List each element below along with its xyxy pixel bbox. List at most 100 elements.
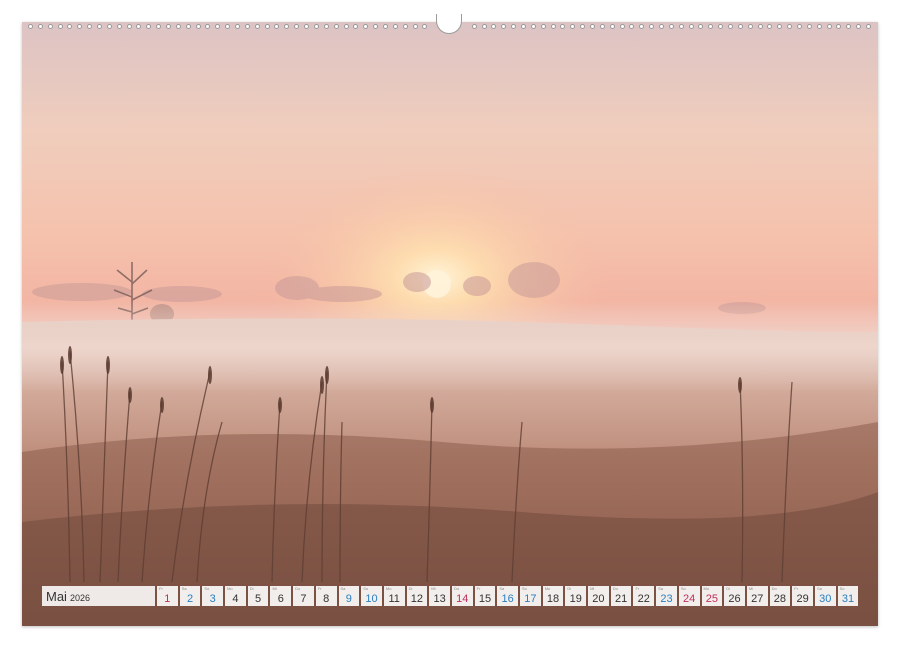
binding-ring (491, 23, 497, 29)
binding-ring (560, 23, 566, 29)
weekday-label: Fr (476, 586, 481, 591)
day-cell: Di 19 (565, 586, 587, 606)
binding-ring (639, 23, 645, 29)
day-number: 31 (841, 593, 855, 605)
binding-ring (264, 23, 270, 29)
binding-ring (402, 23, 408, 29)
day-cell: Sa 9 (338, 586, 360, 606)
weekday-label: Fr (635, 586, 640, 591)
month-label: Mai 2026 (42, 586, 155, 606)
landscape-photo (22, 22, 878, 626)
day-cell: So 31 (837, 586, 859, 606)
binding-ring (836, 23, 842, 29)
binding-ring (757, 23, 763, 29)
binding-ring (816, 23, 822, 29)
binding-ring (659, 23, 664, 29)
day-number: 22 (637, 593, 650, 605)
weekday-label: Do (453, 586, 460, 591)
day-number: 24 (683, 593, 696, 605)
month-year: 2026 (69, 593, 90, 603)
binding-ring (520, 23, 526, 29)
weekday-label: Di (249, 586, 254, 591)
day-number: 6 (277, 593, 284, 605)
weekday-label: So (522, 586, 527, 591)
binding-ring (185, 23, 191, 29)
binding-ring (235, 23, 241, 29)
day-number: 14 (456, 593, 469, 605)
binding-ring (215, 23, 221, 29)
binding-ring (116, 23, 122, 29)
binding-ring (501, 23, 507, 29)
day-cell: Sa 16 (497, 586, 518, 606)
binding-ring (767, 23, 773, 29)
binding-ring (649, 23, 655, 29)
day-cell: Do 7 (293, 586, 314, 606)
binding-ring (97, 23, 103, 29)
weekday-label: So (680, 586, 686, 591)
binding-ring (156, 23, 162, 29)
binding-ring (629, 23, 635, 29)
weekday-label: Mi (748, 586, 754, 591)
binding-ring (806, 23, 812, 29)
day-number: 27 (751, 593, 764, 605)
weekday-label: Fr (317, 586, 322, 591)
weekday-label: Mi (272, 586, 277, 591)
day-cell: Fr 8 (315, 586, 337, 606)
day-cell: Di 26 (724, 586, 745, 606)
day-cells: Fr 1 Sa 2 So 3 Mo 4 Di 5 Mi 6 Do 7 Fr 8 Sa 9 So 10 Mo 11 Di 12 M… (157, 586, 859, 606)
day-number: 12 (410, 593, 424, 605)
day-number: 8 (323, 593, 330, 605)
day-cell: Mi 6 (270, 586, 292, 606)
binding-ring (195, 23, 201, 29)
binding-ring (412, 23, 418, 29)
binding-ring (777, 23, 783, 29)
binding-ring (175, 23, 181, 29)
binding-ring (540, 23, 546, 29)
binding-ring (313, 23, 319, 29)
binding-ring (136, 23, 142, 29)
binding-ring (274, 23, 280, 29)
day-cell: Mi 20 (588, 586, 609, 606)
weekday-label: Sa (816, 586, 822, 591)
day-cell: So 10 (361, 586, 382, 606)
weekday-label: Sa (181, 586, 187, 591)
binding-ring (166, 23, 172, 29)
day-cell: Fr 22 (633, 586, 655, 606)
binding-ring (708, 23, 714, 29)
day-cell: Do 21 (610, 586, 632, 606)
binding-ring (718, 23, 724, 29)
day-cell: Fr 1 (157, 586, 178, 606)
binding-ring (373, 23, 379, 29)
weekday-label: So (204, 586, 210, 591)
weekday-label: Fr (159, 586, 163, 591)
binding-ring (797, 23, 803, 29)
month-name: Mai (46, 589, 67, 604)
day-cell: Mo 18 (542, 586, 564, 606)
day-number: 16 (501, 593, 514, 605)
day-number: 28 (773, 593, 787, 605)
binding-ring (106, 23, 112, 29)
day-number: 4 (232, 593, 239, 605)
binding-ring (205, 23, 211, 29)
binding-ring (678, 23, 684, 29)
weekday-label: Mo (703, 586, 710, 591)
binding-ring (57, 23, 63, 29)
binding-ring (422, 23, 428, 29)
binding-ring (619, 23, 625, 29)
binding-ring (481, 23, 487, 29)
day-cell: Sa 2 (179, 586, 201, 606)
binding-ring (570, 23, 576, 29)
day-cell: Mo 25 (701, 586, 723, 606)
day-number: 20 (592, 593, 605, 605)
weekday-label: So (839, 586, 845, 591)
binding-ring (146, 23, 152, 29)
day-cell: Di 5 (247, 586, 269, 606)
binding-ring (126, 23, 132, 29)
day-cell: So 3 (202, 586, 224, 606)
weekday-label: Do (612, 586, 618, 591)
binding-ring (737, 23, 743, 29)
day-cell: Do 28 (769, 586, 791, 606)
day-number: 1 (164, 593, 171, 605)
binding-ring (353, 23, 359, 29)
binding-ring (284, 23, 290, 29)
